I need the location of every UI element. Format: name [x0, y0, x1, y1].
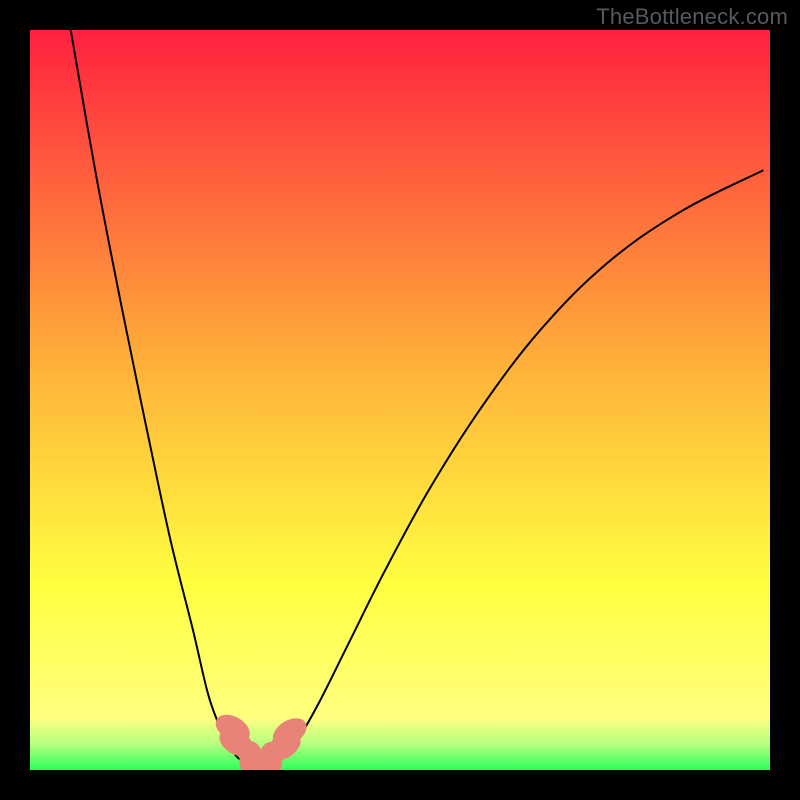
plot-area [30, 30, 770, 770]
watermark-text: TheBottleneck.com [596, 4, 788, 30]
chart-container: TheBottleneck.com [0, 0, 800, 800]
chart-svg [30, 30, 770, 770]
